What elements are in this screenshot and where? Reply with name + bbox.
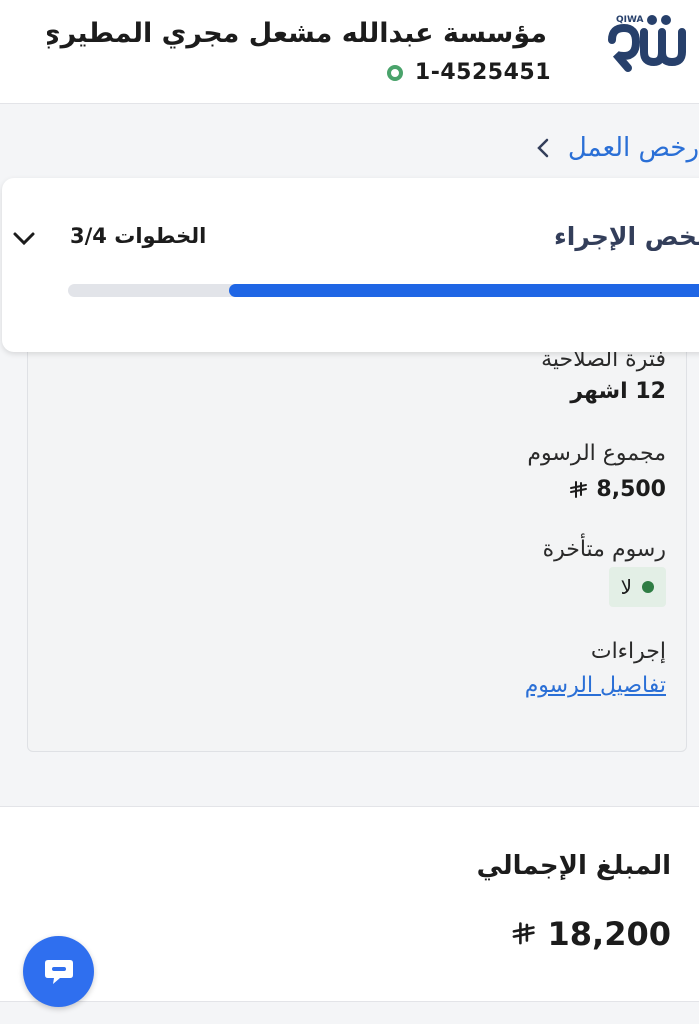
total-fees-label: مجموع الرسوم bbox=[527, 441, 666, 466]
progress-bar bbox=[68, 284, 699, 297]
riyal-icon bbox=[512, 922, 535, 945]
company-id-row: 1-4525451 bbox=[386, 60, 551, 85]
total-fees-row: 8,500 bbox=[568, 477, 666, 502]
back-to-work-permits[interactable]: رخص العمل bbox=[532, 128, 699, 168]
progress-fill bbox=[229, 284, 699, 297]
chat-button[interactable] bbox=[23, 936, 94, 1007]
permit-details-card: فترة الصلاحية 12 اشهر مجموع الرسوم 8,500… bbox=[27, 300, 687, 752]
actions-label: إجراءات bbox=[590, 639, 666, 664]
active-status-icon bbox=[386, 64, 403, 81]
validity-value: 12 اشهر bbox=[570, 379, 666, 404]
steps-count: الخطوات 3/4 bbox=[70, 224, 207, 248]
late-fees-label: رسوم متأخرة bbox=[542, 537, 666, 562]
svg-text:QIWA: QIWA bbox=[616, 15, 644, 25]
qiwa-logo: QIWA bbox=[608, 15, 686, 72]
late-fees-value: لا bbox=[620, 575, 632, 599]
total-amount-label: المبلغ الإجمالي bbox=[476, 851, 671, 881]
total-amount-value: 18,200 bbox=[547, 915, 671, 953]
total-fees-value: 8,500 bbox=[596, 477, 666, 502]
stepper-title: ملخص الإجراء bbox=[554, 222, 699, 251]
company-name: مؤسسة عبدالله مشعل مجري المطيري... bbox=[47, 18, 547, 49]
chat-icon bbox=[44, 959, 73, 984]
company-id: 1-4525451 bbox=[414, 60, 551, 85]
late-fees-badge: لا bbox=[608, 567, 666, 607]
fees-details-link[interactable]: تفاصيل الرسوم bbox=[525, 673, 666, 698]
riyal-icon bbox=[570, 480, 588, 498]
back-link-label: رخص العمل bbox=[567, 133, 699, 163]
total-amount-row: 18,200 bbox=[510, 915, 671, 953]
app-header: QIWA مؤسسة عبدالله مشعل مجري المطيري... … bbox=[0, 0, 699, 104]
procedure-stepper: ملخص الإجراء الخطوات 3/4 bbox=[2, 178, 699, 352]
status-dot-icon bbox=[642, 581, 654, 593]
total-amount-card: المبلغ الإجمالي 18,200 bbox=[0, 806, 699, 1002]
chevron-left-icon bbox=[537, 138, 549, 158]
chevron-down-icon[interactable] bbox=[10, 226, 38, 252]
